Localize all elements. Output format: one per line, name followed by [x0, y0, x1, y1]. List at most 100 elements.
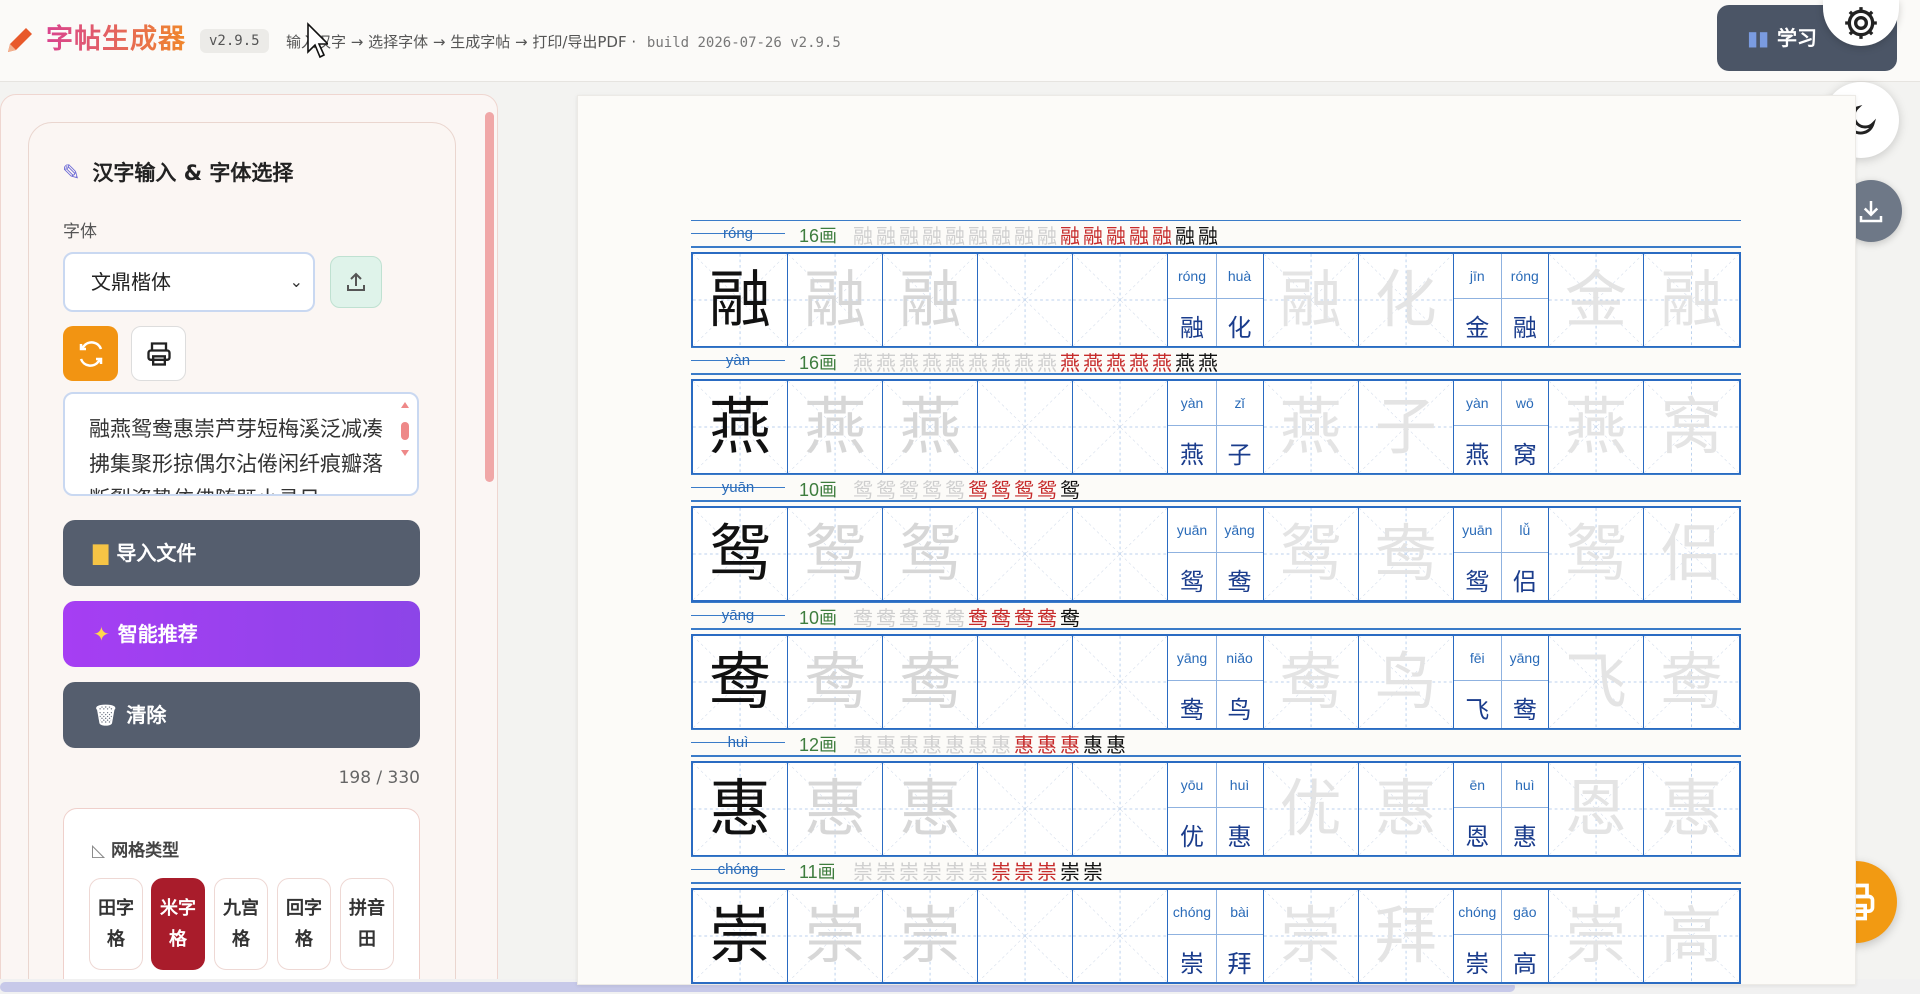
- word-character: 崇: [1179, 950, 1204, 978]
- word-trace-character: 侣: [1660, 517, 1723, 590]
- grid-cell-word-trace: 高: [1643, 890, 1740, 982]
- chinese-text-input[interactable]: 融燕鸳鸯惠崇芦芽短梅溪泛减凑拂集聚形掠偶尔沾倦闲纤痕瓣落断裂瓷势依佛随既小寻日: [63, 392, 419, 496]
- grid-option-1[interactable]: 米字格: [151, 878, 205, 970]
- word-trace-character: 高: [1660, 899, 1723, 972]
- trace-character: 融: [899, 263, 962, 336]
- stroke-step: 融: [899, 224, 922, 248]
- upload-icon: [347, 272, 365, 291]
- char-count: 198 / 330: [338, 768, 420, 788]
- word-character: 燕: [1179, 441, 1204, 469]
- stroke-step: 鸳: [1060, 478, 1083, 502]
- font-select[interactable]: 文鼎楷体 ⌄: [63, 252, 315, 312]
- grid-cell-word-trace: 惠: [1643, 763, 1740, 855]
- grid-cell-word-trace: 鸳: [1263, 508, 1359, 600]
- word-pinyin: huì: [1229, 777, 1250, 793]
- grid-cell-word-trace: 子: [1358, 381, 1454, 473]
- practice-grid: 融融融 róng 融 huà 化融化 jīn 金 róng 融金融: [691, 252, 1741, 348]
- row-pinyin: yuān: [721, 479, 755, 496]
- pinyin-line: róng 16画 融融融融融融融融融融融融融融融融: [691, 220, 1741, 248]
- smart-recommend-button[interactable]: ✦ 智能推荐: [63, 601, 420, 667]
- word-character: 拜: [1227, 950, 1252, 978]
- stroke-step: 融: [968, 224, 991, 248]
- version-badge: v2.9.5: [200, 29, 269, 53]
- refresh-button[interactable]: [63, 326, 118, 381]
- stroke-count: 11画: [799, 862, 836, 882]
- input-card-title: ✎ 汉字输入 & 字体选择: [62, 158, 293, 189]
- word-trace-character: 崇: [1279, 899, 1342, 972]
- word-pinyin: huà: [1227, 268, 1252, 284]
- printer-icon: [146, 341, 171, 366]
- grid-cell-trace: 鸯: [788, 636, 884, 728]
- word-cell: ēn 恩 huì 惠: [1453, 763, 1549, 855]
- font-select-value: 文鼎楷体: [91, 270, 171, 294]
- stroke-step: 鸳: [899, 478, 922, 502]
- stroke-step: 融: [1129, 224, 1152, 248]
- word-character: 金: [1465, 314, 1490, 342]
- main-character: 融: [709, 263, 772, 336]
- practice-grid: 燕燕燕 yàn 燕 zǐ 子燕子 yàn 燕 wō 窝燕窝: [691, 379, 1741, 475]
- grid-option-0[interactable]: 田字格: [89, 878, 143, 970]
- stroke-step: 燕: [853, 351, 876, 375]
- grid-option-3[interactable]: 回字格: [277, 878, 331, 970]
- word-trace-character: 融: [1660, 263, 1723, 336]
- word-trace-character: 优: [1279, 772, 1342, 845]
- main-character: 鸯: [709, 645, 772, 718]
- upload-font-button[interactable]: [330, 256, 382, 308]
- textarea-scrollbar[interactable]: [398, 400, 412, 460]
- clear-button[interactable]: 🗑 清除: [63, 682, 420, 748]
- stroke-step: 鸯: [1060, 606, 1083, 630]
- left-panel-scrollbar[interactable]: [485, 112, 494, 482]
- print-button[interactable]: [131, 326, 186, 381]
- grid-option-label-line2: 格: [295, 929, 313, 950]
- import-file-button[interactable]: ▇ 导入文件: [63, 520, 420, 586]
- grid-option-label-line1: 田字: [98, 898, 134, 919]
- word-pinyin: yāng: [1176, 650, 1208, 666]
- grid-cell-word-trace: 鸟: [1358, 636, 1454, 728]
- stroke-step: 燕: [991, 351, 1014, 375]
- row-pinyin: huì: [727, 734, 749, 751]
- stroke-step: 融: [991, 224, 1014, 248]
- grid-option-label-line2: 田: [358, 929, 376, 950]
- grid-cell-empty: [978, 763, 1074, 855]
- stroke-step: 燕: [899, 351, 922, 375]
- stroke-step: 燕: [1106, 351, 1129, 375]
- word-cell: yuān 鸳 yāng 鸯: [1168, 508, 1264, 600]
- grid-cell-word-trace: 鸯: [1643, 636, 1740, 728]
- grid-cell-empty: [978, 381, 1074, 473]
- stroke-order: 鸯鸯鸯鸯鸯鸯鸯鸯鸯鸯: [853, 602, 1083, 631]
- stroke-step: 惠: [1014, 733, 1037, 757]
- mouse-cursor-icon: [307, 22, 328, 59]
- app-title: 字帖生成器: [46, 20, 186, 60]
- word-character: 高: [1512, 950, 1537, 978]
- grid-cell-word-trace: 融: [1643, 254, 1740, 346]
- stroke-step: 融: [1175, 224, 1198, 248]
- grid-cell-word-trace: 侣: [1643, 508, 1740, 600]
- grid-option-2[interactable]: 九宫格: [214, 878, 268, 970]
- stroke-step: 鸳: [853, 478, 876, 502]
- stroke-step: 燕: [945, 351, 968, 375]
- grid-option-4[interactable]: 拼音田: [340, 878, 394, 970]
- practice-grid: 鸳鸳鸳 yuān 鸳 yāng 鸯鸳鸯 yuān 鸳 lǚ 侣鸳侣: [691, 506, 1741, 602]
- main-character: 惠: [709, 772, 772, 845]
- word-trace-character: 燕: [1564, 390, 1627, 463]
- trace-character: 惠: [804, 772, 867, 845]
- practice-row: yāng 10画 鸯鸯鸯鸯鸯鸯鸯鸯鸯鸯鸯鸯鸯 yāng 鸯 niǎo 鸟鸯鸟 fēi 飞 yāng…: [691, 602, 1741, 732]
- grid-cell-word-trace: 优: [1263, 763, 1359, 855]
- stroke-order: 崇崇崇崇崇崇崇崇崇崇崇: [853, 856, 1106, 885]
- word-pinyin: róng: [1177, 268, 1206, 284]
- stroke-step: 鸳: [1037, 478, 1060, 502]
- word-cell: chóng 崇 gāo 高: [1453, 890, 1549, 982]
- trace-character: 燕: [899, 390, 962, 463]
- stroke-step: 崇: [991, 860, 1014, 884]
- trace-character: 鸯: [804, 645, 867, 718]
- pinyin-line: chóng 11画 崇崇崇崇崇崇崇崇崇崇崇: [691, 856, 1741, 884]
- word-character: 鸳: [1179, 568, 1204, 596]
- font-label: 字体: [63, 222, 97, 242]
- grid-cell-empty: [1073, 763, 1169, 855]
- grid-cell-empty: [1073, 636, 1169, 728]
- stroke-step: 鸯: [899, 606, 922, 630]
- stroke-step: 崇: [1060, 860, 1083, 884]
- grid-cell-word-trace: 鸯: [1263, 636, 1359, 728]
- grid-cell-main: 鸳: [693, 508, 789, 600]
- word-pinyin: yàn: [1465, 395, 1489, 411]
